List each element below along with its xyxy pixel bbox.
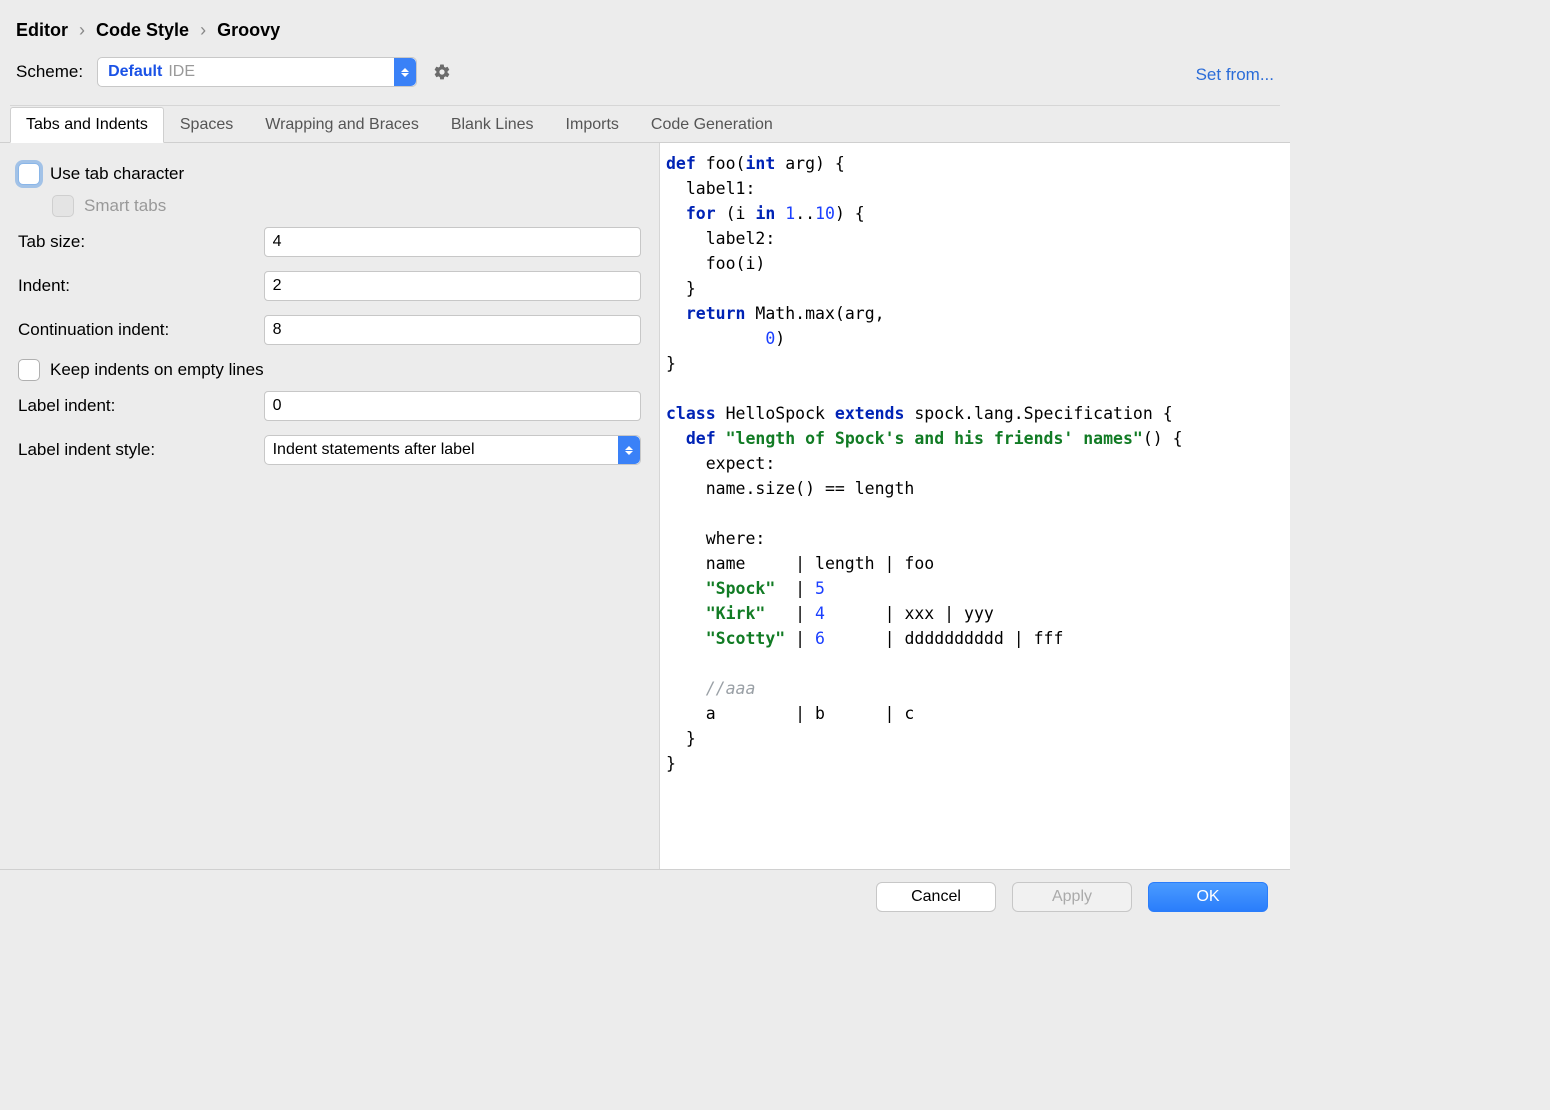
- indent-label: Indent:: [18, 276, 264, 296]
- label-indent-style-dropdown[interactable]: Indent statements after label: [264, 435, 641, 465]
- cancel-button[interactable]: Cancel: [876, 882, 996, 912]
- set-from-link[interactable]: Set from...: [1196, 65, 1274, 87]
- tabs-bar: Tabs and Indents Spaces Wrapping and Bra…: [0, 106, 1290, 143]
- tab-spaces[interactable]: Spaces: [164, 107, 249, 143]
- label-indent-style-value: Indent statements after label: [273, 441, 475, 459]
- updown-arrows-icon: [394, 58, 416, 86]
- label-indent-input[interactable]: [264, 391, 641, 421]
- scheme-dropdown[interactable]: Default IDE: [97, 57, 417, 87]
- smart-tabs-checkbox: [52, 195, 74, 217]
- use-tab-character-checkbox[interactable]: [18, 163, 40, 185]
- keep-indents-checkbox[interactable]: [18, 359, 40, 381]
- scheme-label: Scheme:: [16, 62, 83, 82]
- indent-input[interactable]: [264, 271, 641, 301]
- tab-wrapping-and-braces[interactable]: Wrapping and Braces: [249, 107, 435, 143]
- settings-panel: Use tab character Smart tabs Tab size: I…: [0, 143, 660, 869]
- tab-imports[interactable]: Imports: [550, 107, 635, 143]
- label-indent-label: Label indent:: [18, 396, 264, 416]
- ok-button[interactable]: OK: [1148, 882, 1268, 912]
- chevron-right-icon: ›: [79, 20, 85, 40]
- apply-button: Apply: [1012, 882, 1132, 912]
- gear-icon[interactable]: [431, 61, 453, 83]
- smart-tabs-label: Smart tabs: [84, 196, 166, 216]
- breadcrumb-item: Groovy: [217, 20, 280, 40]
- tab-size-label: Tab size:: [18, 232, 264, 252]
- breadcrumb-item[interactable]: Code Style: [96, 20, 189, 40]
- scheme-scope: IDE: [168, 63, 195, 81]
- use-tab-character-label: Use tab character: [50, 164, 184, 184]
- updown-arrows-icon: [618, 436, 640, 464]
- keep-indents-label: Keep indents on empty lines: [50, 360, 264, 380]
- scheme-value: Default: [108, 63, 162, 81]
- tab-size-input[interactable]: [264, 227, 641, 257]
- label-indent-style-label: Label indent style:: [18, 440, 264, 460]
- breadcrumb: Editor › Code Style › Groovy: [0, 0, 1290, 49]
- breadcrumb-item[interactable]: Editor: [16, 20, 68, 40]
- tab-tabs-and-indents[interactable]: Tabs and Indents: [10, 107, 164, 143]
- dialog-footer: Cancel Apply OK: [0, 870, 1290, 924]
- continuation-indent-input[interactable]: [264, 315, 641, 345]
- chevron-right-icon: ›: [200, 20, 206, 40]
- tab-code-generation[interactable]: Code Generation: [635, 107, 789, 143]
- tab-blank-lines[interactable]: Blank Lines: [435, 107, 550, 143]
- continuation-indent-label: Continuation indent:: [18, 320, 264, 340]
- code-preview: def foo(int arg) { label1: for (i in 1..…: [660, 143, 1290, 869]
